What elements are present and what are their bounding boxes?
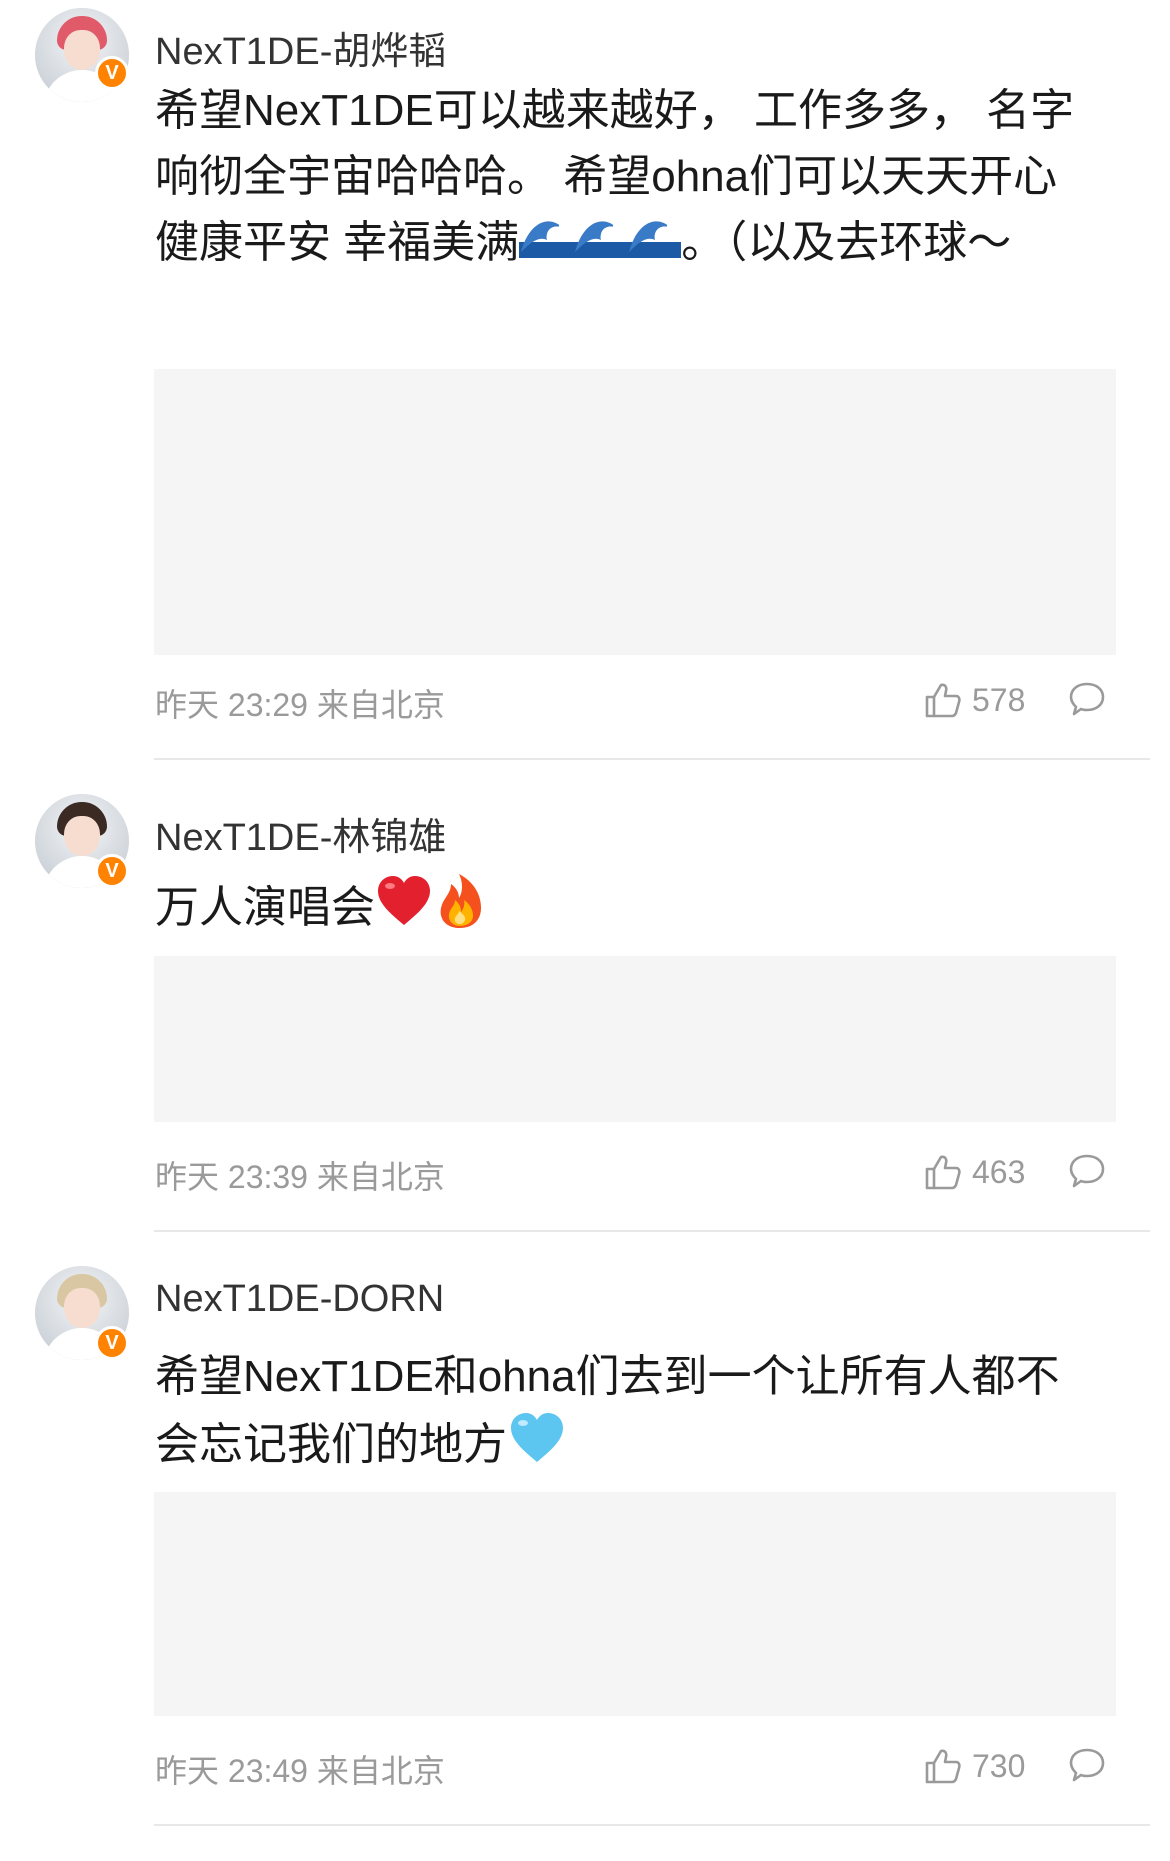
verified-badge-icon: V	[95, 854, 129, 888]
reply-button[interactable]	[1068, 680, 1106, 723]
reply-button[interactable]	[1068, 1746, 1106, 1789]
comment-meta: 昨天 23:29 来自北京	[155, 680, 445, 726]
wave-icon	[627, 212, 682, 279]
comment-text-main: 希望NexT1DE和ohna们去到一个让所有人都不会忘记我们的地方	[155, 1352, 1060, 1470]
image-attachment[interactable]	[154, 1492, 1116, 1716]
divider	[154, 1230, 1150, 1232]
comment-location: 来自北京	[316, 1753, 445, 1789]
comment-meta: 昨天 23:49 来自北京	[155, 1746, 445, 1792]
light-blue-heart-icon	[507, 1410, 567, 1485]
username[interactable]: NexT1DE-林锦雄	[155, 806, 446, 861]
divider	[154, 1824, 1150, 1826]
reply-button[interactable]	[1068, 1152, 1106, 1195]
comment-text-tail: 。（以及去环球～	[681, 218, 1012, 267]
comment-bubble-icon	[1069, 1154, 1105, 1188]
avatar-face	[64, 816, 100, 856]
like-button[interactable]: 730	[924, 1746, 1025, 1786]
comment-location: 来自北京	[316, 1159, 445, 1195]
like-button[interactable]: 578	[924, 680, 1025, 720]
comment-time: 昨天 23:29	[155, 687, 308, 723]
like-count: 730	[972, 1747, 1026, 1784]
comment-bubble-icon	[1069, 1748, 1105, 1782]
divider	[154, 758, 1150, 760]
thumbs-up-icon	[925, 1749, 961, 1784]
wave-icon	[519, 212, 574, 279]
comment-time: 昨天 23:39	[155, 1159, 308, 1195]
verified-badge-icon: V	[95, 56, 129, 90]
fire-icon	[433, 872, 487, 949]
avatar-face	[64, 30, 100, 70]
comment-text-main: 万人演唱会	[155, 883, 375, 933]
comment-location: 来自北京	[316, 687, 445, 723]
wave-icon	[573, 212, 628, 279]
like-button[interactable]: 463	[924, 1152, 1025, 1192]
comment-meta: 昨天 23:39 来自北京	[155, 1152, 445, 1198]
red-heart-icon	[375, 873, 433, 948]
comment-text: 希望NexT1DE可以越来越好， 工作多多， 名字响彻全宇宙哈哈哈。 希望ohn…	[155, 78, 1100, 279]
comment-bubble-icon	[1069, 682, 1105, 716]
thumbs-up-icon	[925, 683, 961, 718]
comment-text: 希望NexT1DE和ohna们去到一个让所有人都不会忘记我们的地方	[155, 1344, 1100, 1485]
verified-badge-icon: V	[95, 1326, 129, 1360]
like-count: 578	[972, 681, 1026, 718]
like-count: 463	[972, 1153, 1026, 1190]
avatar-face	[64, 1288, 100, 1328]
image-attachment[interactable]	[154, 369, 1116, 655]
username[interactable]: NexT1DE-DORN	[155, 1278, 444, 1321]
comment-time: 昨天 23:49	[155, 1753, 308, 1789]
username[interactable]: NexT1DE-胡烨韬	[155, 20, 446, 75]
comment-text: 万人演唱会	[155, 872, 1100, 949]
image-attachment[interactable]	[154, 956, 1116, 1122]
thumbs-up-icon	[925, 1155, 961, 1190]
